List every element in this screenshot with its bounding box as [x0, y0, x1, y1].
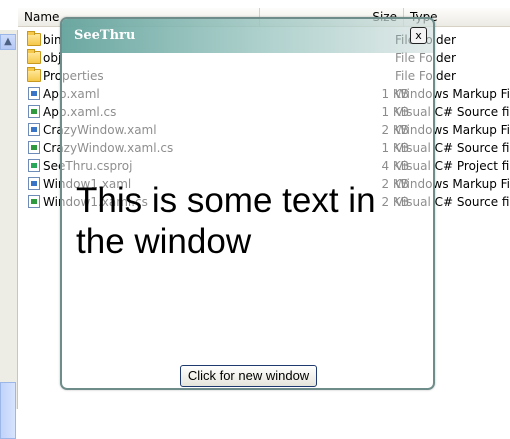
seethru-window: SeeThru x This is some text in the windo… — [60, 17, 435, 390]
new-window-button[interactable]: Click for new window — [180, 365, 317, 387]
window-titlebar[interactable]: SeeThru x — [62, 19, 433, 53]
folder-icon — [27, 49, 41, 64]
window-body-text: This is some text in the window — [76, 181, 376, 261]
window-title: SeeThru — [74, 28, 136, 43]
scrollbar-thumb[interactable] — [0, 382, 16, 439]
cs-file-icon — [28, 195, 40, 208]
close-button[interactable]: x — [410, 27, 427, 44]
csproj-file-icon — [28, 159, 40, 172]
xaml-file-icon — [28, 87, 40, 100]
folder-icon — [27, 67, 41, 82]
file-name: obj — [43, 51, 62, 65]
folder-icon — [27, 31, 41, 46]
xaml-file-icon — [28, 177, 40, 190]
file-name: bin — [43, 33, 62, 47]
xaml-file-icon — [28, 123, 40, 136]
cs-file-icon — [28, 141, 40, 154]
scroll-up-arrow-icon[interactable]: ▲ — [0, 34, 16, 50]
vertical-scrollbar[interactable]: ▲ — [0, 30, 18, 439]
cs-file-icon — [28, 105, 40, 118]
